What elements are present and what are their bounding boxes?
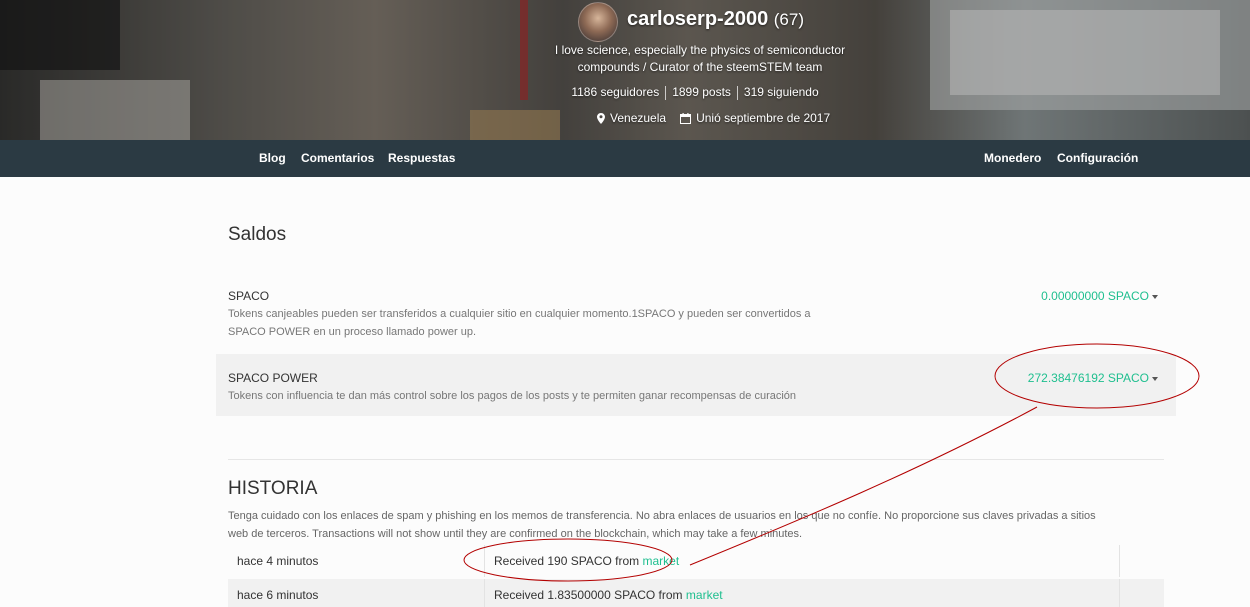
- spaco-title: SPACO: [228, 289, 270, 303]
- spaco-power-row: SPACO POWER Tokens con influencia te dan…: [216, 354, 1176, 416]
- history-warning: Tenga cuidado con los enlaces de spam y …: [228, 510, 1096, 540]
- reputation-score: (67): [773, 10, 804, 29]
- location: Venezuela: [610, 111, 667, 125]
- spaco-power-amount[interactable]: 272.38476192 SPACO: [1028, 371, 1149, 385]
- transaction-sender-link[interactable]: market: [686, 588, 723, 602]
- balances-heading: Saldos: [228, 224, 287, 245]
- join-date: Unió septiembre de 2017: [696, 111, 831, 125]
- spaco-description: Tokens canjeables pueden ser transferido…: [228, 308, 811, 338]
- transaction-sender-link[interactable]: market: [643, 554, 680, 568]
- profile-bio: I love science, especially the physics o…: [554, 43, 846, 74]
- map-pin-icon: [597, 112, 605, 124]
- spaco-power-title: SPACO POWER: [228, 371, 318, 385]
- spaco-balance-row: SPACO Tokens canjeables pueden ser trans…: [216, 278, 1176, 348]
- profile-header: carloserp-2000 (67) I love science, espe…: [0, 0, 1250, 140]
- transaction-text: Received 190 SPACO from: [494, 554, 640, 568]
- spaco-power-description: Tokens con influencia te dan más control…: [228, 390, 797, 402]
- followers-count[interactable]: 1186 seguidores: [565, 85, 665, 99]
- username-heading: carloserp-2000 (67): [627, 8, 804, 31]
- spaco-amount-dropdown[interactable]: 0.00000000 SPACO: [1041, 289, 1158, 303]
- transaction-time: hace 4 minutos: [237, 554, 319, 568]
- profile-stats: 1186 seguidores 1899 posts 319 siguiendo: [0, 85, 1250, 100]
- nav-respuestas[interactable]: Respuestas: [388, 151, 455, 165]
- section-divider: [228, 459, 1164, 460]
- transaction-time: hace 6 minutos: [237, 588, 319, 602]
- profile-meta: Venezuela Unió septiembre de 2017: [597, 111, 830, 125]
- following-count[interactable]: 319 siguiendo: [738, 85, 825, 99]
- nav-blog[interactable]: Blog: [259, 151, 286, 165]
- posts-count: 1899 posts: [672, 85, 731, 99]
- transaction-description: Received 1.83500000 SPACO from market: [494, 588, 723, 602]
- table-row: hace 6 minutos Received 1.83500000 SPACO…: [228, 579, 1164, 607]
- nav-configuracion[interactable]: Configuración: [1057, 151, 1138, 165]
- spaco-power-amount-dropdown[interactable]: 272.38476192 SPACO: [1028, 371, 1158, 385]
- caret-down-icon[interactable]: [1152, 294, 1158, 299]
- calendar-icon: [680, 112, 692, 124]
- profile-nav: Blog Comentarios Respuestas Monedero Con…: [0, 140, 1250, 177]
- nav-monedero[interactable]: Monedero: [984, 151, 1041, 165]
- avatar[interactable]: [578, 2, 618, 42]
- spaco-amount[interactable]: 0.00000000 SPACO: [1041, 289, 1149, 303]
- table-row: hace 4 minutos Received 190 SPACO from m…: [228, 545, 1164, 577]
- username: carloserp-2000: [627, 8, 769, 30]
- nav-comentarios[interactable]: Comentarios: [301, 151, 374, 165]
- transaction-text: Received 1.83500000 SPACO from: [494, 588, 683, 602]
- history-heading: HISTORIA: [228, 478, 318, 499]
- transaction-description: Received 190 SPACO from market: [494, 554, 679, 568]
- caret-down-icon[interactable]: [1152, 376, 1158, 381]
